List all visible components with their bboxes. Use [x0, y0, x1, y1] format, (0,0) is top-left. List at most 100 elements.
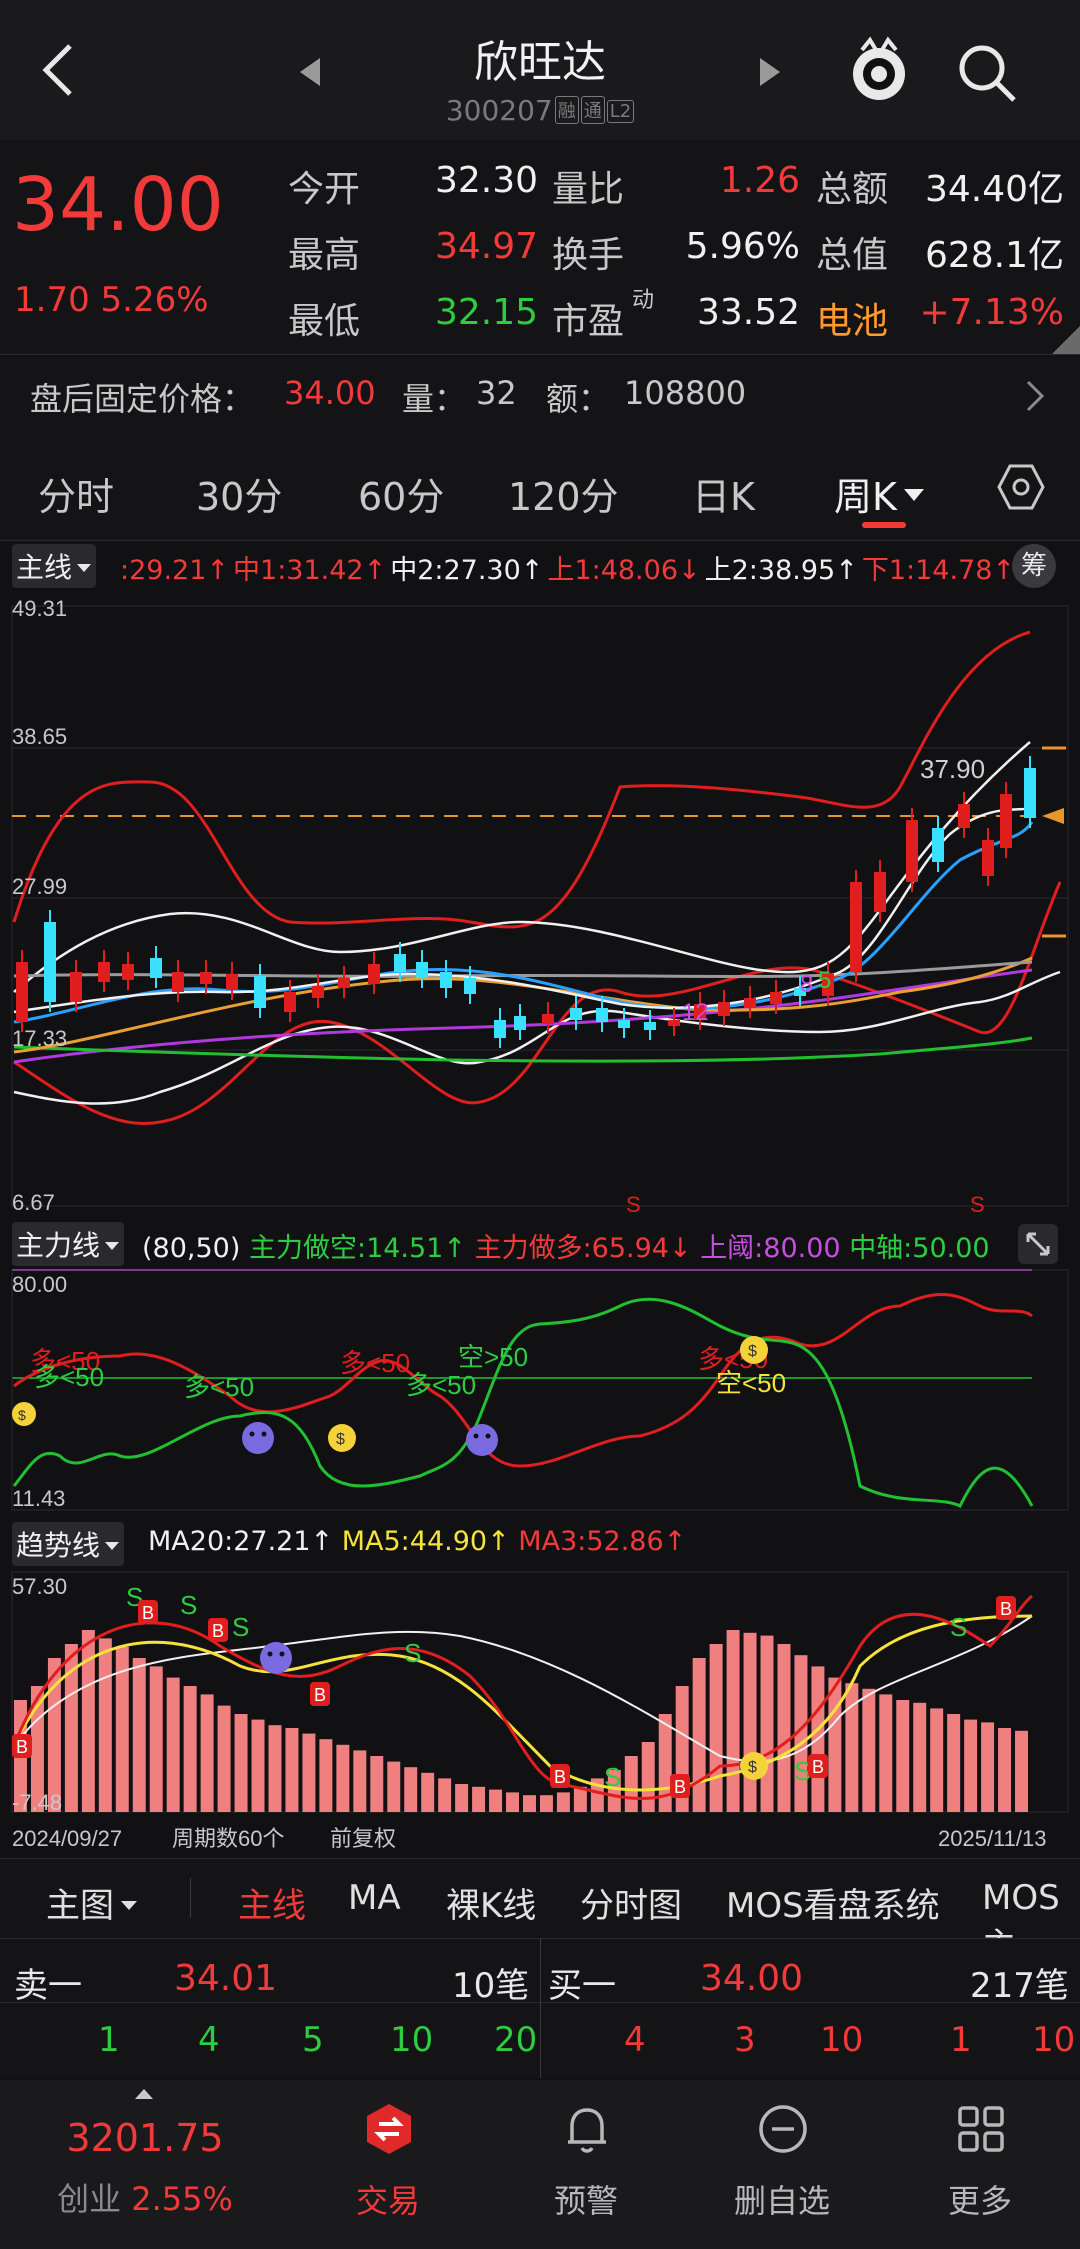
main-indicator-value: :29.21↑	[120, 555, 230, 586]
buy-signal-text: B	[812, 1757, 824, 1777]
trend-indicator-name: 趋势线	[16, 1529, 101, 1562]
main-indicator-select[interactable]: 主线	[12, 544, 97, 588]
trend-bar	[692, 1658, 706, 1812]
tab-weekly-k-label: 周K	[834, 475, 897, 519]
trend-bar	[234, 1714, 248, 1812]
tab-weekly-k[interactable]: 周K	[834, 466, 925, 521]
trend-chart[interactable]: 57.30 -7.48 2024/09/27 周期数60个 前复权 2025/1…	[0, 1566, 1080, 1858]
trend-bar	[624, 1756, 638, 1812]
sell-one-label: 卖一	[14, 1966, 82, 2006]
trend-bar	[132, 1658, 146, 1812]
caret-down-icon	[121, 1901, 137, 1910]
sad-face-icon	[242, 1422, 274, 1454]
trend-bar	[709, 1644, 723, 1812]
buy-signal-mark: B	[138, 1600, 158, 1624]
after-hours-row[interactable]: 盘后固定价格： 34.00 量： 32 额： 108800	[0, 358, 1080, 430]
trend-bar	[438, 1778, 452, 1812]
tab-zhuxian[interactable]: 主线	[238, 1878, 306, 1927]
main-indicator-value: 中1:31.42↑	[233, 555, 387, 586]
tab-ma[interactable]: MA	[348, 1878, 401, 1918]
tab-timeshare-chart[interactable]: 分时图	[580, 1878, 682, 1927]
tab-60min[interactable]: 60分	[358, 466, 444, 521]
sad-face-icon	[466, 1424, 498, 1456]
mascot-icon[interactable]	[848, 36, 910, 106]
index-name: 创业	[57, 2180, 122, 2218]
buy-one-count: 217笔	[970, 1966, 1069, 2006]
chart-tabs: 主图 主线 MA 裸K线 分时图 MOS看盘系统 MOS主	[0, 1858, 1080, 1966]
quote-label: 换手	[552, 235, 625, 276]
stock-code: 300207	[445, 94, 553, 127]
next-stock-icon[interactable]	[758, 56, 782, 88]
chip-button[interactable]: 筹	[1012, 544, 1056, 588]
main-chart-select[interactable]: 主图	[46, 1878, 138, 1927]
bell-icon	[568, 2108, 606, 2153]
force-label-2: 多<50	[34, 1362, 104, 1392]
sell-one-count: 10笔	[452, 1966, 530, 2006]
force-upper-threshold: 上阈:80.00	[700, 1233, 841, 1264]
nav-remove-watchlist[interactable]: 删自选	[712, 2080, 852, 2249]
tab-mos-system[interactable]: MOS看盘系统	[726, 1878, 940, 1927]
quote-label: 最低	[288, 301, 361, 342]
expand-icon[interactable]	[1018, 1224, 1058, 1264]
tab-naked-k[interactable]: 裸K线	[446, 1878, 536, 1927]
sell-marker-2: S	[970, 1192, 985, 1217]
trend-bar	[981, 1722, 995, 1812]
upper-band-2	[13, 741, 1031, 993]
price-change: 1.70 5.26%	[14, 280, 209, 320]
buy-level-2: 3	[734, 2020, 756, 2060]
signal-label-5: 5	[818, 967, 831, 994]
nav-trade[interactable]: 交易	[318, 2080, 458, 2249]
nav-alert[interactable]: 预警	[516, 2080, 656, 2249]
sell-level-5: 20	[494, 2020, 538, 2060]
quote-value: 5.96%	[685, 226, 800, 267]
trend-y-bottom: -7.48	[12, 1790, 62, 1815]
main-indicator-value: 中2:27.30↑	[390, 555, 544, 586]
caret-down-icon	[105, 1542, 120, 1550]
buy-signal-text: B	[674, 1777, 686, 1797]
search-icon[interactable]	[956, 42, 1018, 104]
main-indicator-bar: 主线 :29.21↑ 中1:31.42↑ 中2:27.30↑ 上1:48.06↓ 上2:…	[0, 544, 1080, 588]
main-indicator-name: 主线	[16, 551, 73, 584]
after-hours-volume-label: 量：	[402, 380, 467, 418]
trend-bar	[455, 1784, 469, 1812]
index-percent: 2.55%	[131, 2180, 233, 2218]
trend-bar	[98, 1638, 112, 1812]
sell-signal-mark: S	[950, 1612, 967, 1642]
sell-marker-1: S	[626, 1192, 641, 1217]
tab-daily-k[interactable]: 日K	[692, 466, 755, 521]
signal-label-8: 8	[800, 971, 813, 998]
quote-value: 32.15	[434, 292, 538, 333]
minus-circle-icon	[759, 2105, 807, 2153]
force-label-3: 多<50	[184, 1372, 254, 1402]
buy-signal-text: B	[212, 1621, 224, 1641]
order-book[interactable]: 卖一 34.01 10笔 1 4 5 10 20 买一 34.00 217笔 4…	[0, 1938, 1080, 2078]
quote-value: 34.40亿	[924, 169, 1064, 210]
force-chart[interactable]: 80.00 11.43 多<50 多<50 多<50 多<50 多<50 空>5…	[0, 1266, 1080, 1516]
date-start: 2024/09/27	[12, 1826, 122, 1851]
buy-signal-mark: B	[208, 1618, 228, 1642]
y-axis-top: 49.31	[12, 596, 67, 621]
trend-bar	[998, 1728, 1012, 1812]
index-ticker[interactable]: 3201.75 创业 2.55%	[30, 2080, 260, 2249]
nav-more[interactable]: 更多	[910, 2080, 1050, 2249]
tab-120min[interactable]: 120分	[508, 466, 619, 521]
force-indicator-select[interactable]: 主力线	[12, 1222, 125, 1266]
tab-30min[interactable]: 30分	[196, 466, 282, 521]
nav-trade-label: 交易	[355, 2182, 420, 2220]
trend-bar	[828, 1677, 842, 1812]
index-value: 3201.75	[66, 2116, 224, 2160]
quote-label: 今开	[288, 169, 361, 210]
ma-line-grey	[13, 960, 1033, 979]
trend-indicator-select[interactable]: 趋势线	[12, 1522, 125, 1566]
caret-down-icon	[77, 564, 92, 572]
quote-label: 最高	[288, 235, 361, 276]
buy-signal-text: B	[1000, 1599, 1012, 1619]
moneybag-icon: $	[740, 1336, 768, 1364]
tab-timeshare[interactable]: 分时	[38, 466, 114, 521]
main-kline-chart[interactable]: 37.90 12 8 5 S S 49.31 38.65 27.99 17.33…	[0, 592, 1080, 1220]
adjust-mode: 前复权	[330, 1826, 396, 1851]
trend-bar	[404, 1767, 418, 1812]
trend-bar	[539, 1795, 553, 1812]
settings-hexagon-icon[interactable]	[996, 462, 1046, 512]
quote-label: 电池	[816, 301, 889, 342]
